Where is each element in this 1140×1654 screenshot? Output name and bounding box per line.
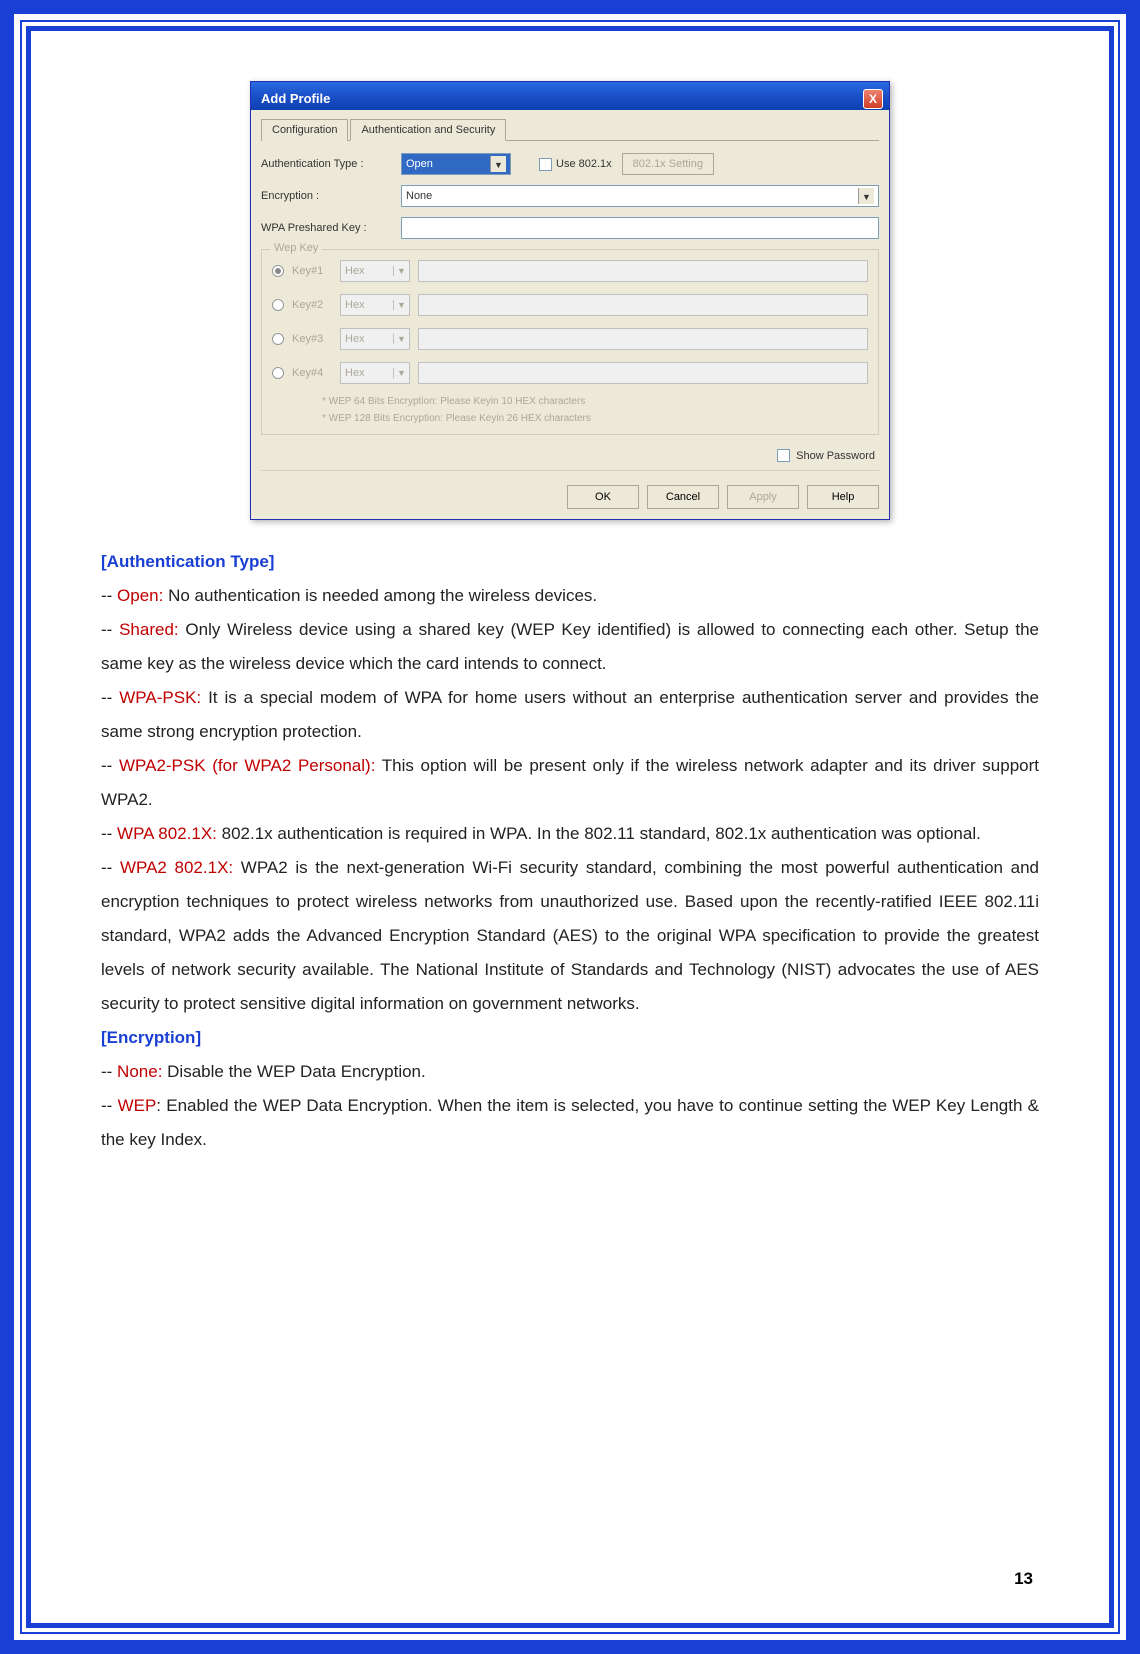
shared-para: -- Shared: Only Wireless device using a … [101,613,1039,681]
wep-key4-radio[interactable] [272,367,284,379]
wep-key3-radio[interactable] [272,333,284,345]
open-para: -- Open: No authentication is needed amo… [101,579,1039,613]
ok-button[interactable]: OK [567,485,639,509]
chevron-down-icon: ▼ [858,188,874,204]
wep-key1-input[interactable] [418,260,868,282]
dialog-titlebar: Add Profile X [251,82,889,110]
auth-type-combo[interactable]: Open ▼ [401,153,511,175]
auth-type-value: Open [406,158,433,170]
wep-key3-label: Key#3 [292,333,332,345]
wep-key3-input[interactable] [418,328,868,350]
wep-key4-label: Key#4 [292,367,332,379]
psk-input[interactable] [401,217,879,239]
page-number: 13 [1014,1569,1033,1589]
help-button[interactable]: Help [807,485,879,509]
psk-label: WPA Preshared Key : [261,222,391,234]
wep-key-group: Wep Key Key#1 Hex▼ Key#2 Hex▼ Key#3 Hex▼ [261,249,879,435]
wep-para: -- WEP: Enabled the WEP Data Encryption.… [101,1089,1039,1157]
wep-key1-type[interactable]: Hex▼ [340,260,410,282]
cancel-button[interactable]: Cancel [647,485,719,509]
chevron-down-icon: ▼ [490,156,506,172]
wep-key2-type[interactable]: Hex▼ [340,294,410,316]
tab-bar: Configuration Authentication and Securit… [261,118,879,141]
chevron-down-icon: ▼ [393,300,409,310]
wep-key2-label: Key#2 [292,299,332,311]
wep-hint1: * WEP 64 Bits Encryption: Please Keyin 1… [322,396,868,407]
encryption-heading: [Encryption] [101,1021,1039,1055]
use-8021x-label: Use 802.1x [556,158,612,170]
encryption-label: Encryption : [261,190,391,202]
wep-key1-radio[interactable] [272,265,284,277]
add-profile-dialog: Add Profile X Configuration Authenticati… [250,81,890,520]
wpa2psk-para: -- WPA2-PSK (for WPA2 Personal): This op… [101,749,1039,817]
wep-key4-input[interactable] [418,362,868,384]
auth-type-label: Authentication Type : [261,158,391,170]
use-8021x-checkbox[interactable] [539,158,552,171]
tab-auth-security[interactable]: Authentication and Security [350,119,506,141]
close-icon[interactable]: X [863,89,883,109]
wep-key1-label: Key#1 [292,265,332,277]
wpapsk-para: -- WPA-PSK: It is a special modem of WPA… [101,681,1039,749]
tab-configuration[interactable]: Configuration [261,119,348,141]
8021x-setting-button[interactable]: 802.1x Setting [622,153,714,175]
encryption-combo[interactable]: None ▼ [401,185,879,207]
show-password-checkbox[interactable] [777,449,790,462]
none-para: -- None: Disable the WEP Data Encryption… [101,1055,1039,1089]
wep-key4-type[interactable]: Hex▼ [340,362,410,384]
apply-button[interactable]: Apply [727,485,799,509]
wep-key2-input[interactable] [418,294,868,316]
encryption-value: None [406,190,432,202]
wpa8021x-para: -- WPA 802.1X: 802.1x authentication is … [101,817,1039,851]
wep-hint2: * WEP 128 Bits Encryption: Please Keyin … [322,413,868,424]
auth-type-heading: [Authentication Type] [101,545,1039,579]
chevron-down-icon: ▼ [393,368,409,378]
wpa28021x-para: -- WPA2 802.1X: WPA2 is the next-generat… [101,851,1039,1021]
document-body: [Authentication Type] -- Open: No authen… [101,545,1039,1157]
wep-key3-type[interactable]: Hex▼ [340,328,410,350]
show-password-label: Show Password [796,450,875,462]
chevron-down-icon: ▼ [393,266,409,276]
wep-group-title: Wep Key [270,242,322,254]
wep-key2-radio[interactable] [272,299,284,311]
chevron-down-icon: ▼ [393,334,409,344]
dialog-title: Add Profile [261,91,330,106]
